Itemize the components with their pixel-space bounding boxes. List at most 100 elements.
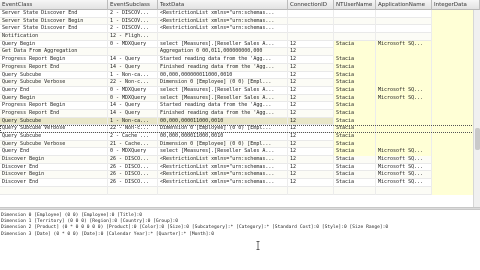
cell-text: <RestrictionList xmlns="urn:schemas... [158, 156, 288, 164]
textdata-detail-pane[interactable]: Dimension 0 [Employee] (0 0) [Employee]:… [0, 210, 480, 270]
cell-text: select [Measures].[Reseller Sales A... [158, 148, 288, 157]
cell-user: Stacia [334, 133, 376, 141]
column-header-eventclass[interactable]: EventClass [0, 0, 108, 10]
table-row[interactable]: Notification 12 - Fligh... [0, 33, 480, 41]
cell-ev: Get Data From Aggregation [0, 48, 108, 57]
table-row[interactable]: Progress Report End 14 - Query Finished re… [0, 109, 480, 118]
cell-user: Stacia [334, 102, 376, 110]
cell-user [334, 17, 376, 26]
cell-app: Microsoft SQ... [376, 171, 432, 180]
cell-app [376, 17, 432, 26]
cell-ev: Progress Report End [0, 109, 108, 118]
cell-user: Stacia [334, 79, 376, 87]
table-row[interactable]: Progress Report Begin 14 - Query Started r… [0, 102, 480, 110]
cell-conn [288, 186, 334, 195]
table-row[interactable]: Discover End 26 - DISCO... <RestrictionLis… [0, 179, 480, 187]
cell-text: select [Measures].[Reseller Sales A... [158, 86, 288, 95]
cell-app: Microsoft SQ... [376, 94, 432, 103]
table-row[interactable]: Progress Report End 14 - Query Finished re… [0, 63, 480, 72]
table-row[interactable]: Query Subcube 1 - Non-ca... 00,000,0000000… [0, 71, 480, 80]
cell-user: Stacia [334, 109, 376, 118]
column-header-integerdata[interactable]: IntegerData [432, 0, 480, 10]
cell-user [334, 48, 376, 57]
column-header-connectionid[interactable]: ConnectionID [288, 0, 334, 10]
cell-app [376, 79, 432, 87]
cell-sub [108, 48, 158, 57]
cell-sub: 26 - DISCO... [108, 171, 158, 180]
cell-sub: 0 - MDXQuery [108, 148, 158, 157]
cell-user [334, 25, 376, 34]
table-row[interactable]: Query Begin 0 - MDXQuery select [Measures]… [0, 94, 480, 103]
cell-text [158, 33, 288, 41]
cell-sub: 22 - Non-c... [108, 125, 158, 133]
cell-app [376, 133, 432, 141]
cell-conn: 12 [288, 179, 334, 187]
cell-conn [288, 10, 334, 18]
cell-ev: Query End [0, 86, 108, 95]
cell-sub: 14 - Query [108, 102, 158, 110]
cell-app [376, 10, 432, 18]
table-row[interactable]: Query Subcube Verbose 22 - Non-c... Dimens… [0, 125, 480, 133]
cell-sub: 2 - DISCOV... [108, 25, 158, 34]
cell-ev: Progress Report End [0, 63, 108, 72]
cell-user: Stacia [334, 40, 376, 49]
cell-ev: Notification [0, 33, 108, 41]
table-row[interactable]: Query Subcube 2 - Cache ... 00,000,0000110… [0, 133, 480, 141]
table-row[interactable]: Query Subcube Verbose 21 - Cache... Dimens… [0, 140, 480, 149]
table-row[interactable]: Query End 0 - MDXQuery select [Measures].[… [0, 148, 480, 157]
cell-app: Microsoft SQ... [376, 86, 432, 95]
cell-text: <RestrictionList xmlns="urn:schemas... [158, 179, 288, 187]
cell-ev: Query Subcube [0, 133, 108, 141]
cell-app: Microsoft SQ... [376, 156, 432, 164]
vertical-scrollbar[interactable] [473, 10, 480, 207]
cell-app [376, 48, 432, 57]
cell-conn: 12 [288, 40, 334, 49]
cell-user: Stacia [334, 125, 376, 133]
table-row[interactable]: Discover Begin 26 - DISCO... <RestrictionL… [0, 156, 480, 164]
column-header-textdata[interactable]: TextData [158, 0, 288, 10]
cell-text: Aggregation 0 00,011,000000000,000 [158, 48, 288, 57]
table-row[interactable]: Discover Begin 26 - DISCO... <RestrictionL… [0, 171, 480, 180]
cell-ev: Discover End [0, 163, 108, 172]
cell-sub: 0 - MDXQuery [108, 94, 158, 103]
table-row[interactable] [0, 186, 480, 195]
cell-conn [288, 25, 334, 34]
column-header-applicationname[interactable]: ApplicationName [376, 0, 432, 10]
cell-user [334, 33, 376, 41]
cell-ev: Discover End [0, 179, 108, 187]
cell-app: Microsoft SQ... [376, 40, 432, 49]
cell-user: Stacia [334, 63, 376, 72]
cell-sub: 1 - Non-ca... [108, 117, 158, 126]
table-row[interactable]: Progress Report Begin 14 - Query Started r… [0, 56, 480, 64]
cell-sub: 2 - Cache ... [108, 133, 158, 141]
cell-ev: Query Begin [0, 94, 108, 103]
cell-ev: Discover Begin [0, 171, 108, 180]
trace-grid: EventClass EventSubclass TextData Connec… [0, 0, 480, 207]
table-row[interactable]: Discover End 26 - DISCO... <RestrictionLis… [0, 163, 480, 172]
column-header-eventsubclass[interactable]: EventSubclass [108, 0, 158, 10]
table-row[interactable]: Query Subcube Verbose 22 - Non-c... Dimens… [0, 79, 480, 87]
cell-app [376, 125, 432, 133]
cell-app [376, 71, 432, 80]
table-row[interactable]: Server State Discover Begin 1 - DISCOV...… [0, 17, 480, 26]
cell-sub: 26 - DISCO... [108, 179, 158, 187]
table-row[interactable]: Server State Discover End 2 - DISCOV... <R… [0, 25, 480, 34]
cell-user: Stacia [334, 71, 376, 80]
table-row[interactable]: Get Data From Aggregation Aggregation 0 0… [0, 48, 480, 57]
table-row[interactable]: Query Subcube 1 - Non-ca... 00,000,0000110… [0, 117, 480, 126]
cell-ev: Query Subcube [0, 117, 108, 126]
cell-user: Stacia [334, 179, 376, 187]
cell-sub: 14 - Query [108, 56, 158, 64]
cell-conn: 12 [288, 109, 334, 118]
scrollbar-thumb[interactable] [475, 128, 480, 150]
cell-ev: Progress Report Begin [0, 56, 108, 64]
table-row[interactable]: Server State Discover End 2 - DISCOV... <R… [0, 10, 480, 18]
cell-ev: Server State Discover End [0, 25, 108, 34]
column-header-ntusername[interactable]: NTUserName [334, 0, 376, 10]
cell-conn: 12 [288, 156, 334, 164]
cell-conn: 12 [288, 86, 334, 95]
cell-sub: 0 - MDXQuery [108, 40, 158, 49]
table-row[interactable]: Query End 0 - MDXQuery select [Measures].[… [0, 86, 480, 95]
cell-ev: Query Subcube Verbose [0, 140, 108, 149]
table-row[interactable]: Query Begin 0 - MDXQuery select [Measures]… [0, 40, 480, 49]
